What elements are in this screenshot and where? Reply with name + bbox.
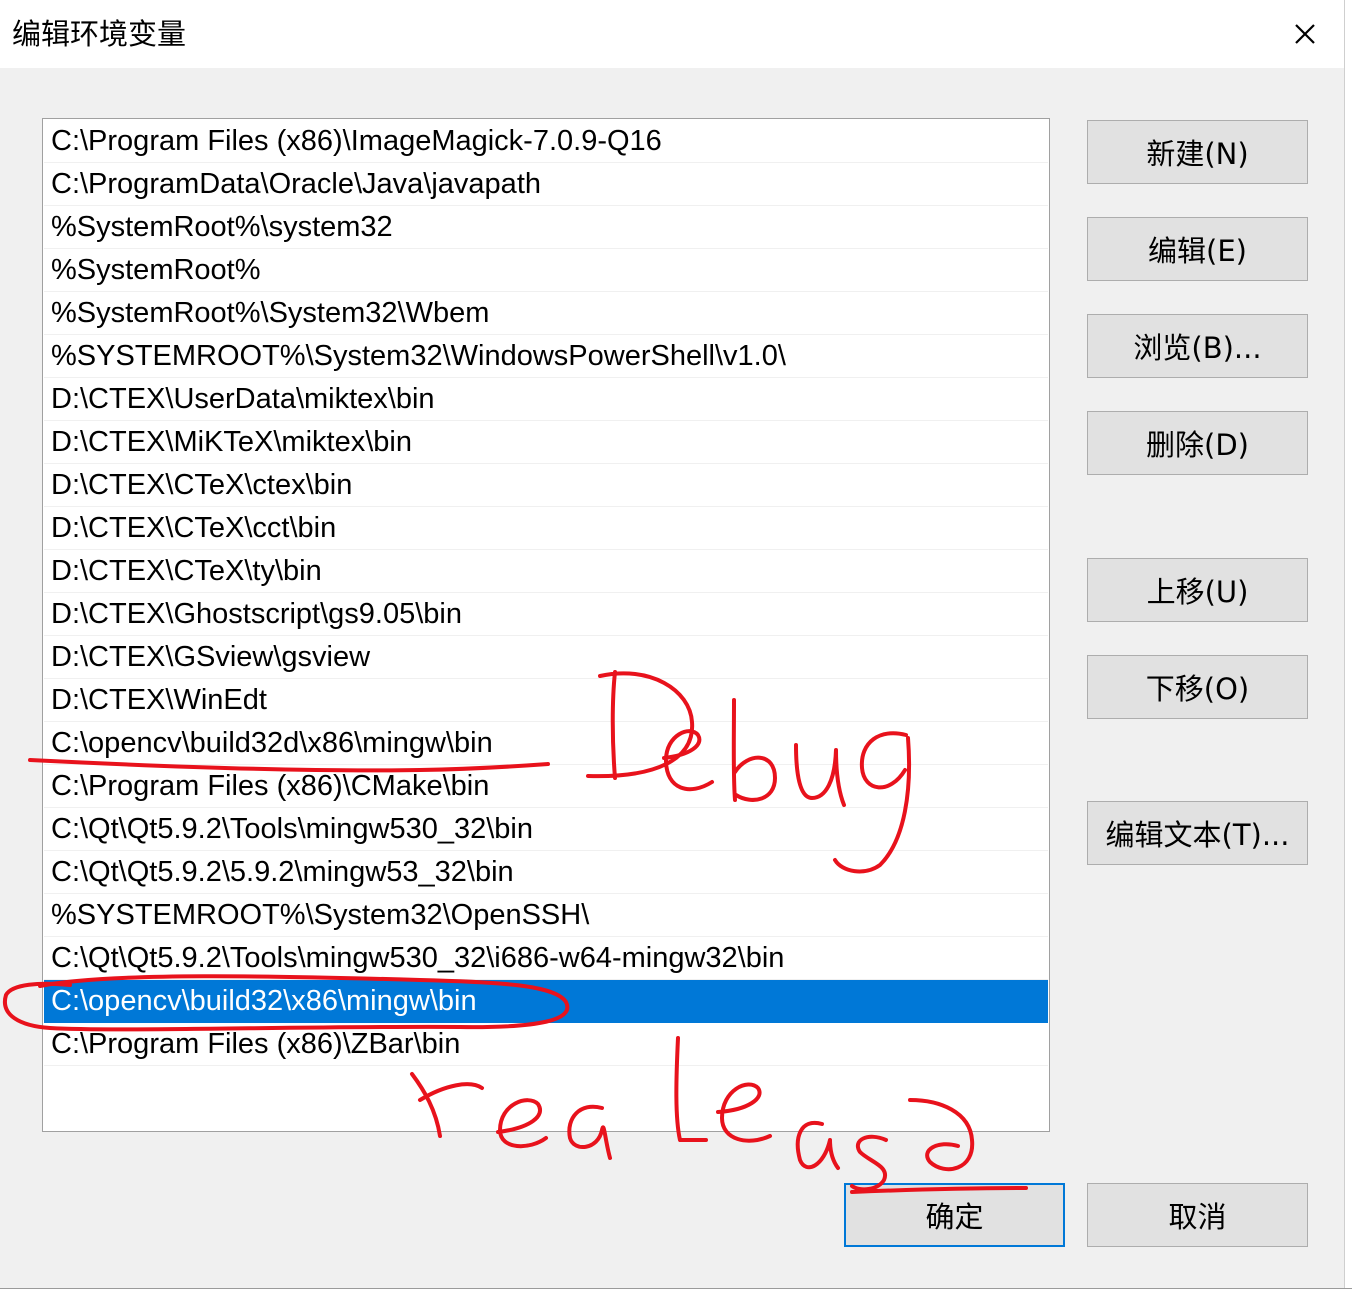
list-item[interactable]: %SYSTEMROOT%\System32\OpenSSH\ bbox=[44, 894, 1048, 937]
cancel-button[interactable]: 取消 bbox=[1087, 1183, 1308, 1247]
list-item[interactable]: C:\Program Files (x86)\ZBar\bin bbox=[44, 1023, 1048, 1066]
window-title: 编辑环境变量 bbox=[12, 17, 187, 51]
list-item[interactable]: D:\CTEX\GSview\gsview bbox=[44, 636, 1048, 679]
background-window-edge bbox=[1344, 0, 1352, 1301]
ok-button[interactable]: 确定 bbox=[844, 1183, 1065, 1247]
edit-text-button[interactable]: 编辑文本(T)... bbox=[1087, 801, 1308, 865]
browse-button[interactable]: 浏览(B)... bbox=[1087, 314, 1308, 378]
list-item[interactable]: D:\CTEX\CTeX\cct\bin bbox=[44, 507, 1048, 550]
list-item-selected[interactable]: C:\opencv\build32\x86\mingw\bin bbox=[44, 980, 1048, 1023]
list-item[interactable]: D:\CTEX\WinEdt bbox=[44, 679, 1048, 722]
list-item[interactable]: %SYSTEMROOT%\System32\WindowsPowerShell\… bbox=[44, 335, 1048, 378]
list-item[interactable]: C:\Qt\Qt5.9.2\5.9.2\mingw53_32\bin bbox=[44, 851, 1048, 894]
list-item[interactable]: %SystemRoot%\System32\Wbem bbox=[44, 292, 1048, 335]
list-item[interactable]: %SystemRoot% bbox=[44, 249, 1048, 292]
list-item[interactable]: C:\opencv\build32d\x86\mingw\bin bbox=[44, 722, 1048, 765]
path-list[interactable]: C:\Program Files (x86)\ImageMagick-7.0.9… bbox=[42, 118, 1050, 1132]
list-item[interactable]: C:\Program Files (x86)\ImageMagick-7.0.9… bbox=[44, 120, 1048, 163]
list-item[interactable]: C:\Program Files (x86)\CMake\bin bbox=[44, 765, 1048, 808]
close-icon bbox=[1295, 24, 1315, 44]
close-button[interactable] bbox=[1280, 12, 1330, 56]
list-item[interactable]: D:\CTEX\CTeX\ty\bin bbox=[44, 550, 1048, 593]
list-item[interactable]: D:\CTEX\MiKTeX\miktex\bin bbox=[44, 421, 1048, 464]
move-up-button[interactable]: 上移(U) bbox=[1087, 558, 1308, 622]
edit-button[interactable]: 编辑(E) bbox=[1087, 217, 1308, 281]
list-item[interactable]: C:\Qt\Qt5.9.2\Tools\mingw530_32\i686-w64… bbox=[44, 937, 1048, 980]
move-down-button[interactable]: 下移(O) bbox=[1087, 655, 1308, 719]
list-item[interactable]: C:\ProgramData\Oracle\Java\javapath bbox=[44, 163, 1048, 206]
list-item[interactable]: %SystemRoot%\system32 bbox=[44, 206, 1048, 249]
background-window-strip bbox=[0, 1288, 1352, 1302]
new-button[interactable]: 新建(N) bbox=[1087, 120, 1308, 184]
delete-button[interactable]: 删除(D) bbox=[1087, 411, 1308, 475]
list-item[interactable]: D:\CTEX\Ghostscript\gs9.05\bin bbox=[44, 593, 1048, 636]
list-item[interactable]: D:\CTEX\UserData\miktex\bin bbox=[44, 378, 1048, 421]
title-bar: 编辑环境变量 bbox=[0, 0, 1344, 68]
list-item[interactable]: D:\CTEX\CTeX\ctex\bin bbox=[44, 464, 1048, 507]
list-item[interactable]: C:\Qt\Qt5.9.2\Tools\mingw530_32\bin bbox=[44, 808, 1048, 851]
